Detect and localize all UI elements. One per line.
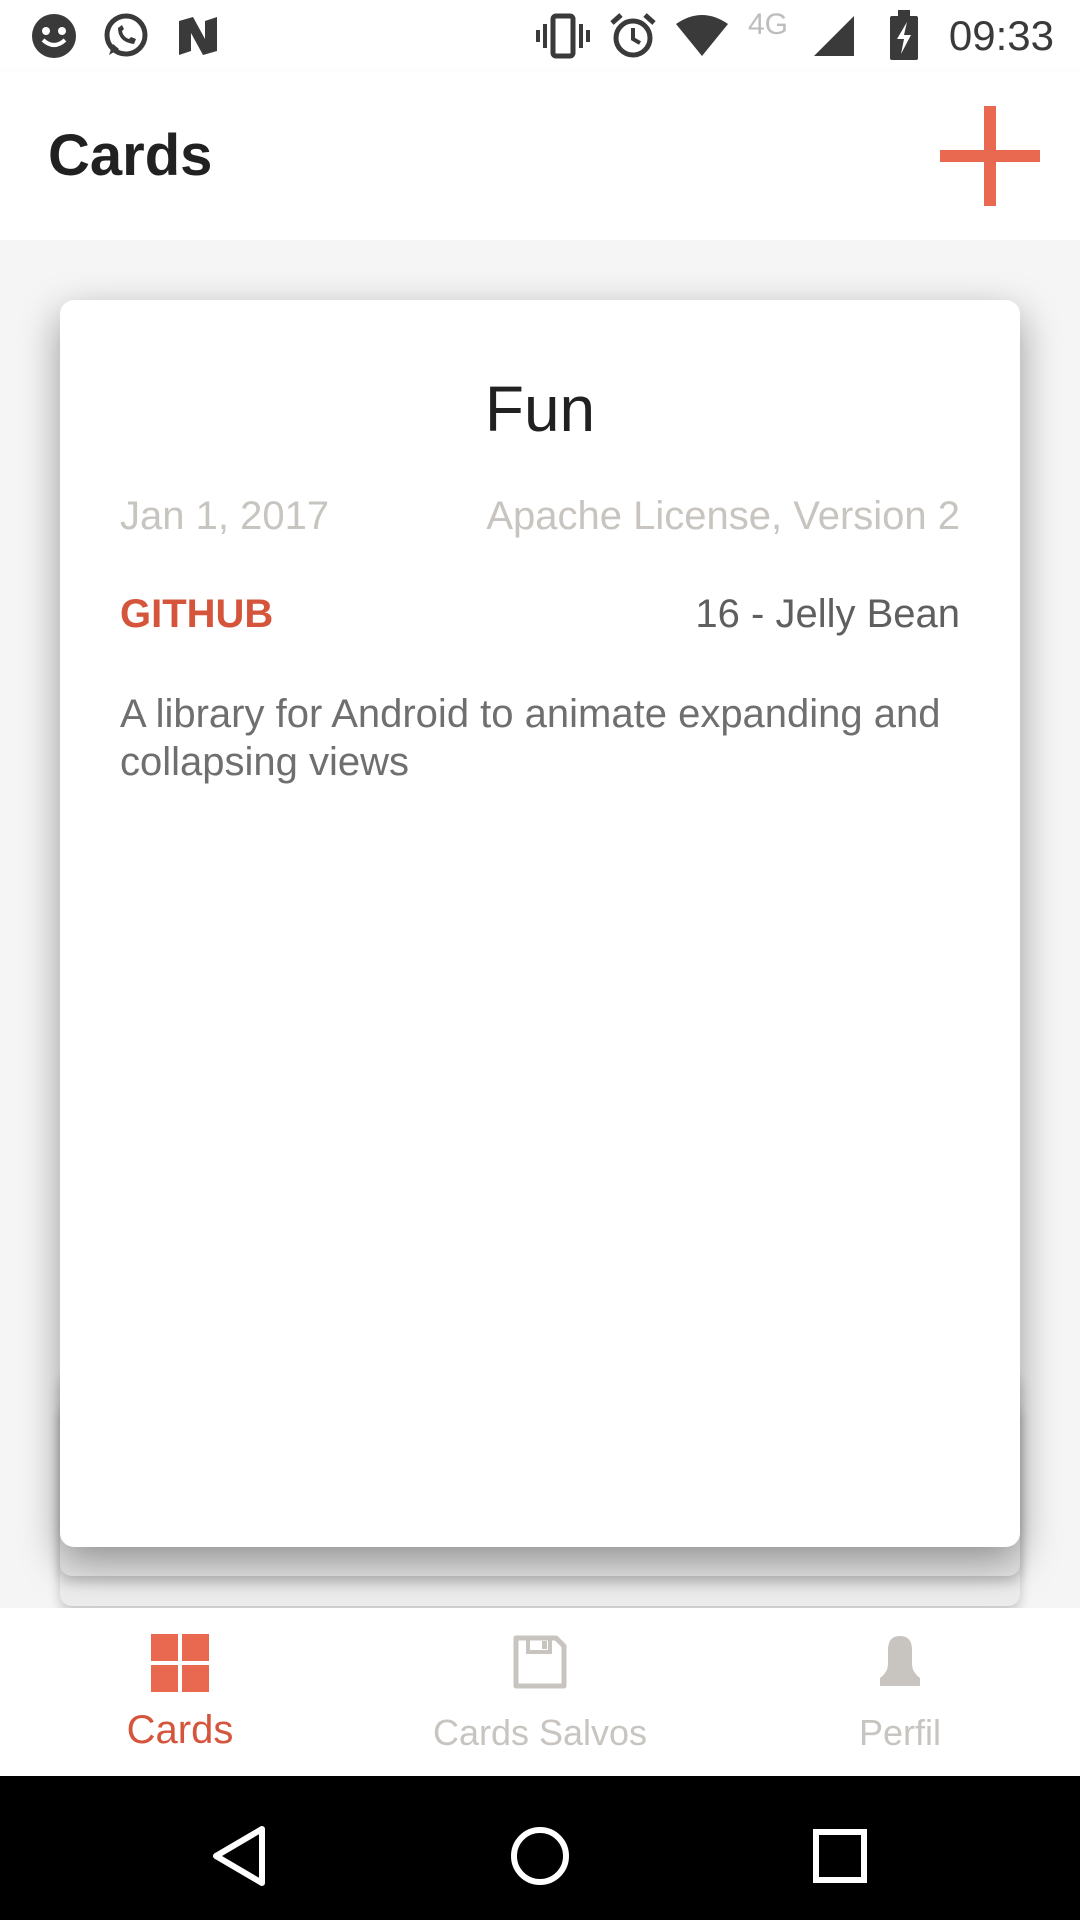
card-min-api: 16 - Jelly Bean (695, 592, 960, 636)
network-type-label: 4G (748, 8, 789, 41)
n-app-icon (172, 8, 224, 64)
grid-icon (0, 1634, 360, 1694)
status-bar: 4G 09:33 (0, 0, 1080, 72)
nav-label-cards: Cards (126, 1708, 234, 1752)
nav-item-cards-salvos[interactable]: Cards Salvos (360, 1608, 720, 1776)
github-link[interactable]: GITHUB (120, 592, 273, 637)
status-time: 09:33 (948, 12, 1054, 59)
battery-charging-icon (884, 8, 924, 64)
alarm-icon (606, 8, 660, 64)
toolbar: Cards (0, 72, 1080, 240)
system-navigation-bar (0, 1776, 1080, 1920)
back-icon[interactable] (200, 1816, 280, 1896)
wifi-icon (672, 8, 732, 64)
nav-label-perfil: Perfil (858, 1712, 942, 1753)
card-license: Apache License, Version 2 (486, 494, 960, 538)
cell-signal-icon (808, 8, 860, 64)
nav-item-cards[interactable]: Cards (0, 1608, 360, 1776)
recents-icon[interactable] (800, 1816, 880, 1896)
vibrate-icon (534, 8, 592, 64)
card-stack-area: Fun Jan 1, 2017 Apache License, Version … (0, 240, 1080, 1608)
floppy-disk-icon (360, 1634, 720, 1694)
card-description: A library for Android to animate expandi… (120, 692, 941, 784)
smiley-icon (28, 8, 80, 64)
card-date: Jan 1, 2017 (120, 494, 330, 538)
page-title: Cards (48, 123, 213, 188)
whatsapp-icon (100, 8, 152, 64)
person-icon (720, 1634, 1080, 1694)
nav-item-perfil[interactable]: Perfil (720, 1608, 1080, 1776)
bottom-navigation: Cards Cards Salvos Perfil (0, 1608, 1080, 1776)
nav-label-cards-salvos: Cards Salvos (432, 1712, 648, 1753)
home-icon[interactable] (500, 1816, 580, 1896)
swipe-card[interactable]: Fun Jan 1, 2017 Apache License, Version … (60, 300, 1020, 1547)
card-title: Fun (484, 373, 596, 445)
add-card-button[interactable] (940, 106, 1040, 206)
